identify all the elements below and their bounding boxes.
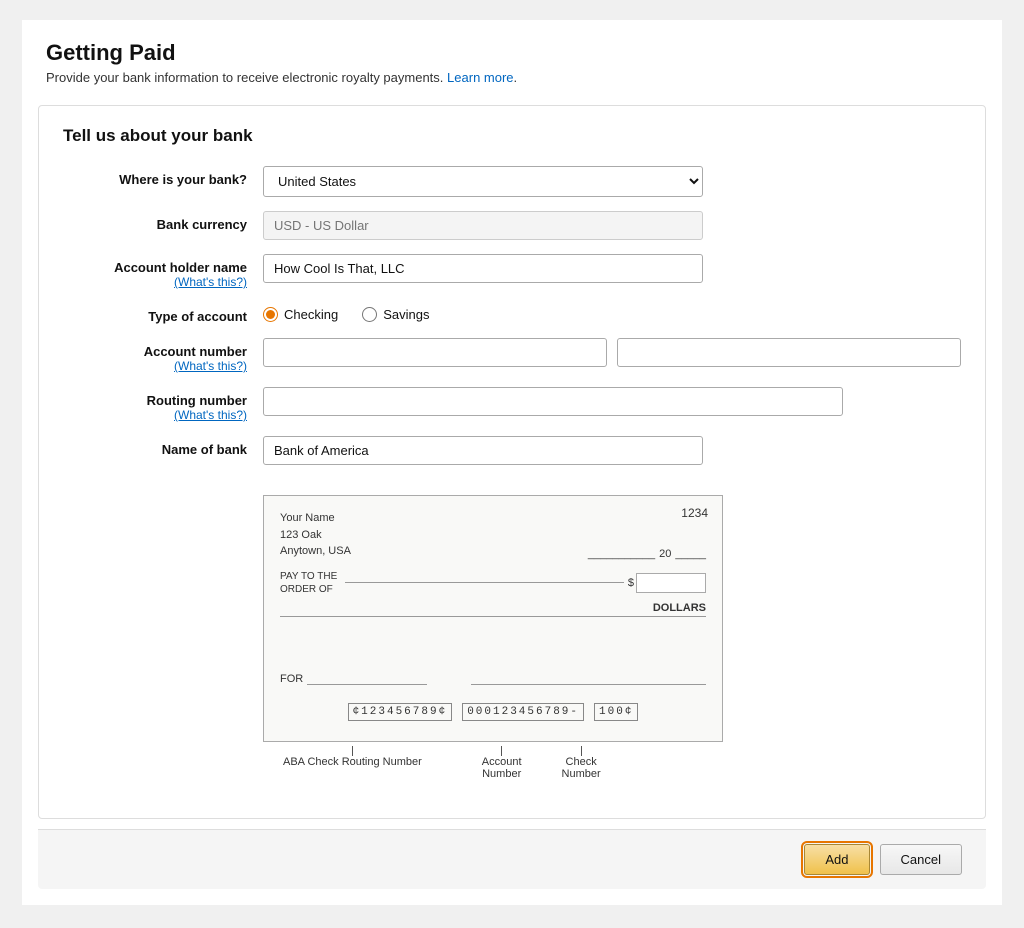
check-payto-label: PAY TO THEORDER OF — [280, 570, 337, 596]
bank-location-row: Where is your bank? United States — [63, 166, 961, 197]
bank-currency-input — [263, 211, 703, 240]
check-spacer — [280, 623, 706, 653]
savings-radio-label[interactable]: Savings — [362, 307, 429, 322]
checking-radio[interactable] — [263, 307, 278, 322]
card-title: Tell us about your bank — [63, 126, 961, 146]
account-number-whats-this[interactable]: (What's this?) — [63, 359, 247, 373]
check-payto-row: PAY TO THEORDER OF $ — [280, 570, 706, 596]
bank-location-select[interactable]: United States — [263, 166, 703, 197]
account-number-label: Account number (What's this?) — [63, 338, 263, 373]
page-title: Getting Paid — [46, 40, 978, 66]
account-type-control: Checking Savings — [263, 303, 961, 322]
bank-location-control: United States — [263, 166, 961, 197]
account-number-inputs — [263, 338, 961, 367]
check-number: 1234 — [681, 506, 708, 520]
routing-number-control — [263, 387, 961, 416]
add-button[interactable]: Add — [804, 844, 869, 875]
check-payto-line — [345, 582, 624, 583]
routing-number-input[interactable] — [263, 387, 843, 416]
check-box: 1234 Your Name 123 Oak Anytown, USA ____… — [263, 495, 723, 742]
micr-check: 100¢ — [594, 703, 638, 721]
micr-routing: ¢123456789¢ — [348, 703, 453, 721]
bank-name-control — [263, 436, 961, 465]
account-type-row: Type of account Checking Savings — [63, 303, 961, 324]
bank-info-card: Tell us about your bank Where is your ba… — [38, 105, 986, 819]
routing-number-whats-this[interactable]: (What's this?) — [63, 408, 247, 422]
micr-account: 000123456789- — [462, 703, 584, 721]
checking-radio-label[interactable]: Checking — [263, 307, 338, 322]
account-type-label: Type of account — [63, 303, 263, 324]
routing-number-row: Routing number (What's this?) — [63, 387, 961, 422]
account-holder-control — [263, 254, 961, 283]
account-holder-whats-this[interactable]: (What's this?) — [63, 275, 247, 289]
check-for-line — [307, 684, 427, 685]
account-holder-label: Account holder name (What's this?) — [63, 254, 263, 289]
page-header: Getting Paid Provide your bank informati… — [22, 20, 1002, 95]
legend-check: Check Number — [562, 746, 601, 780]
bank-name-row: Name of bank — [63, 436, 961, 465]
page-container: Getting Paid Provide your bank informati… — [22, 20, 1002, 905]
account-holder-input[interactable] — [263, 254, 703, 283]
page-subtitle: Provide your bank information to receive… — [46, 70, 978, 85]
bank-name-label: Name of bank — [63, 436, 263, 457]
bank-currency-label: Bank currency — [63, 211, 263, 232]
check-dollar-input — [636, 573, 706, 593]
check-sig-line — [471, 684, 706, 685]
footer-bar: Add Cancel — [38, 829, 986, 889]
cancel-button[interactable]: Cancel — [880, 844, 962, 875]
check-dollar-box: $ — [628, 573, 706, 593]
account-number-control — [263, 338, 961, 367]
savings-radio[interactable] — [362, 307, 377, 322]
check-legend: ABA Check Routing Number Account Number … — [263, 746, 723, 780]
account-number-input-2[interactable] — [617, 338, 961, 367]
legend-routing: ABA Check Routing Number — [283, 746, 422, 780]
account-number-input-1[interactable] — [263, 338, 607, 367]
check-diagram: 1234 Your Name 123 Oak Anytown, USA ____… — [263, 495, 961, 780]
check-diagram-area: 1234 Your Name 123 Oak Anytown, USA ____… — [263, 479, 961, 780]
bank-name-input[interactable] — [263, 436, 703, 465]
bank-currency-row: Bank currency — [63, 211, 961, 240]
learn-more-link[interactable]: Learn more — [447, 70, 513, 85]
micr-section: ¢123456789¢ 000123456789- 100¢ — [280, 703, 706, 721]
account-number-row: Account number (What's this?) — [63, 338, 961, 373]
check-micr-row: ¢123456789¢ 000123456789- 100¢ — [280, 703, 706, 721]
routing-number-label: Routing number (What's this?) — [63, 387, 263, 422]
check-for-row: FOR — [280, 673, 706, 685]
check-dollars-line: DOLLARS — [280, 602, 706, 617]
account-type-radio-group: Checking Savings — [263, 303, 961, 322]
bank-currency-control — [263, 211, 961, 240]
bank-location-label: Where is your bank? — [63, 166, 263, 187]
account-holder-row: Account holder name (What's this?) — [63, 254, 961, 289]
check-diagram-row: 1234 Your Name 123 Oak Anytown, USA ____… — [63, 479, 961, 780]
legend-account: Account Number — [482, 746, 522, 780]
